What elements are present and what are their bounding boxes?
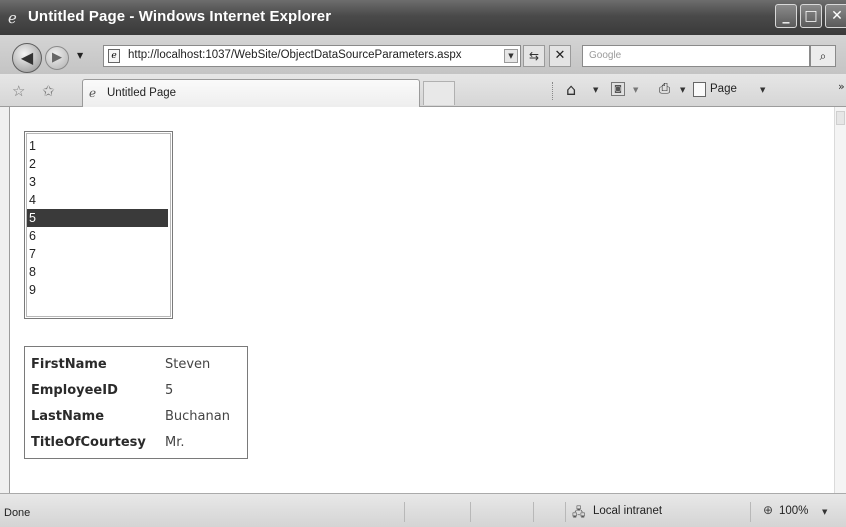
home-icon[interactable]: ⌂ bbox=[566, 80, 576, 99]
star-icon[interactable]: ☆ bbox=[12, 82, 25, 100]
status-divider bbox=[470, 502, 471, 522]
stop-button[interactable]: ✕ bbox=[549, 45, 571, 67]
forward-button[interactable]: ▶ bbox=[45, 46, 69, 70]
scrollbar-thumb[interactable] bbox=[836, 111, 845, 125]
back-button[interactable]: ◀ bbox=[12, 43, 42, 73]
details-row: TitleOfCourtesy Mr. bbox=[25, 429, 230, 455]
recent-pages-dropdown[interactable]: ▼ bbox=[77, 51, 83, 60]
print-icon[interactable]: ⎙ bbox=[659, 81, 670, 97]
forward-arrow-icon: ▶ bbox=[52, 50, 62, 65]
field-name: LastName bbox=[31, 408, 105, 424]
print-dropdown[interactable]: ▼ bbox=[680, 86, 685, 94]
stop-icon: ✕ bbox=[554, 48, 566, 63]
address-bar[interactable]: ℯ http://localhost:1037/WebSite/ObjectDa… bbox=[103, 45, 521, 67]
vertical-scrollbar[interactable] bbox=[834, 107, 846, 493]
title-bar: ℯ Untitled Page - Windows Internet Explo… bbox=[0, 0, 846, 35]
page-icon bbox=[693, 82, 706, 97]
zoom-level[interactable]: 100% bbox=[779, 505, 808, 517]
maximize-button[interactable]: □ bbox=[800, 4, 822, 28]
window-title: Untitled Page - Windows Internet Explore… bbox=[28, 8, 332, 25]
status-bar: Done 🖧 Local intranet ⊕ 100% ▼ bbox=[0, 493, 846, 527]
zoom-dropdown[interactable]: ▼ bbox=[822, 508, 827, 516]
listbox-item[interactable]: 4 bbox=[27, 191, 168, 209]
zoom-icon: ⊕ bbox=[763, 503, 774, 517]
security-zone[interactable]: Local intranet bbox=[593, 505, 662, 517]
details-row: LastName Buchanan bbox=[25, 403, 230, 429]
listbox-item[interactable]: 8 bbox=[27, 263, 168, 281]
search-button[interactable]: ⌕ bbox=[810, 45, 836, 67]
employee-details-view: FirstName Steven EmployeeID 5 LastName Buchan… bbox=[24, 346, 248, 459]
field-value: Steven bbox=[165, 356, 211, 372]
home-dropdown[interactable]: ▼ bbox=[593, 86, 598, 94]
field-value: Buchanan bbox=[165, 408, 230, 424]
more-tools-icon[interactable]: » bbox=[838, 80, 845, 93]
feeds-dropdown[interactable]: ▼ bbox=[633, 86, 638, 94]
listbox-item[interactable]: 5 bbox=[27, 209, 168, 227]
search-input[interactable]: Google bbox=[582, 45, 810, 67]
listbox-item[interactable]: 7 bbox=[27, 245, 168, 263]
status-divider bbox=[565, 502, 566, 522]
close-button[interactable]: ✕ bbox=[825, 4, 846, 28]
intranet-icon: 🖧 bbox=[572, 505, 586, 519]
status-text: Done bbox=[4, 507, 31, 519]
toolbar-grip bbox=[552, 82, 555, 100]
listbox-items: 123456789 bbox=[26, 133, 171, 317]
status-divider bbox=[750, 502, 751, 522]
navigation-bar: ◀ ▶ ▼ ℯ http://localhost:1037/WebSite/Ob… bbox=[0, 35, 846, 74]
chevron-down-icon: ▼ bbox=[760, 86, 766, 94]
listbox-item[interactable]: 6 bbox=[27, 227, 168, 245]
field-name: FirstName bbox=[31, 356, 107, 372]
address-dropdown-button[interactable]: ▼ bbox=[504, 49, 518, 63]
feed-icon[interactable]: ◙ bbox=[611, 82, 625, 96]
ie-icon: ℯ bbox=[89, 86, 97, 100]
page-icon: ℯ bbox=[108, 49, 120, 63]
refresh-button[interactable]: ⇆ bbox=[523, 45, 545, 67]
address-url[interactable]: http://localhost:1037/WebSite/ObjectData… bbox=[128, 49, 461, 61]
status-divider bbox=[533, 502, 534, 522]
listbox-item[interactable]: 9 bbox=[27, 281, 168, 299]
page-content: 123456789 FirstName Steven EmployeeID 5 Last… bbox=[9, 107, 834, 493]
field-name: EmployeeID bbox=[31, 382, 118, 398]
details-row: FirstName Steven bbox=[25, 351, 230, 377]
details-table: FirstName Steven EmployeeID 5 LastName Buchan… bbox=[25, 351, 230, 455]
maximize-icon: □ bbox=[804, 8, 818, 24]
listbox-item[interactable]: 3 bbox=[27, 173, 168, 191]
field-name: TitleOfCourtesy bbox=[31, 434, 146, 450]
listbox-item[interactable]: 2 bbox=[27, 155, 168, 173]
status-divider bbox=[404, 502, 405, 522]
minimize-icon: _ bbox=[782, 8, 790, 24]
page-menu-label: Page bbox=[710, 83, 737, 95]
add-star-icon[interactable]: ✩ bbox=[42, 82, 55, 100]
refresh-icon: ⇆ bbox=[528, 49, 540, 63]
field-value: Mr. bbox=[165, 434, 185, 450]
minimize-button[interactable]: _ bbox=[775, 4, 797, 28]
employee-id-listbox[interactable]: 123456789 bbox=[24, 131, 173, 319]
field-value: 5 bbox=[165, 382, 174, 398]
details-row: EmployeeID 5 bbox=[25, 377, 230, 403]
close-icon: ✕ bbox=[831, 8, 843, 24]
tab-untitled-page[interactable]: ℯ Untitled Page bbox=[82, 79, 420, 107]
tab-label: Untitled Page bbox=[107, 87, 177, 99]
search-icon: ⌕ bbox=[819, 49, 827, 63]
new-tab-button[interactable] bbox=[423, 81, 455, 105]
search-placeholder: Google bbox=[589, 50, 622, 61]
back-arrow-icon: ◀ bbox=[20, 48, 34, 67]
listbox-item[interactable]: 1 bbox=[27, 137, 168, 155]
tab-bar: ☆ ✩ ℯ Untitled Page ⌂ ▼ ◙ ▼ ⎙ ▼ Page ▼ » bbox=[0, 74, 846, 107]
ie-icon: ℯ bbox=[8, 9, 17, 27]
